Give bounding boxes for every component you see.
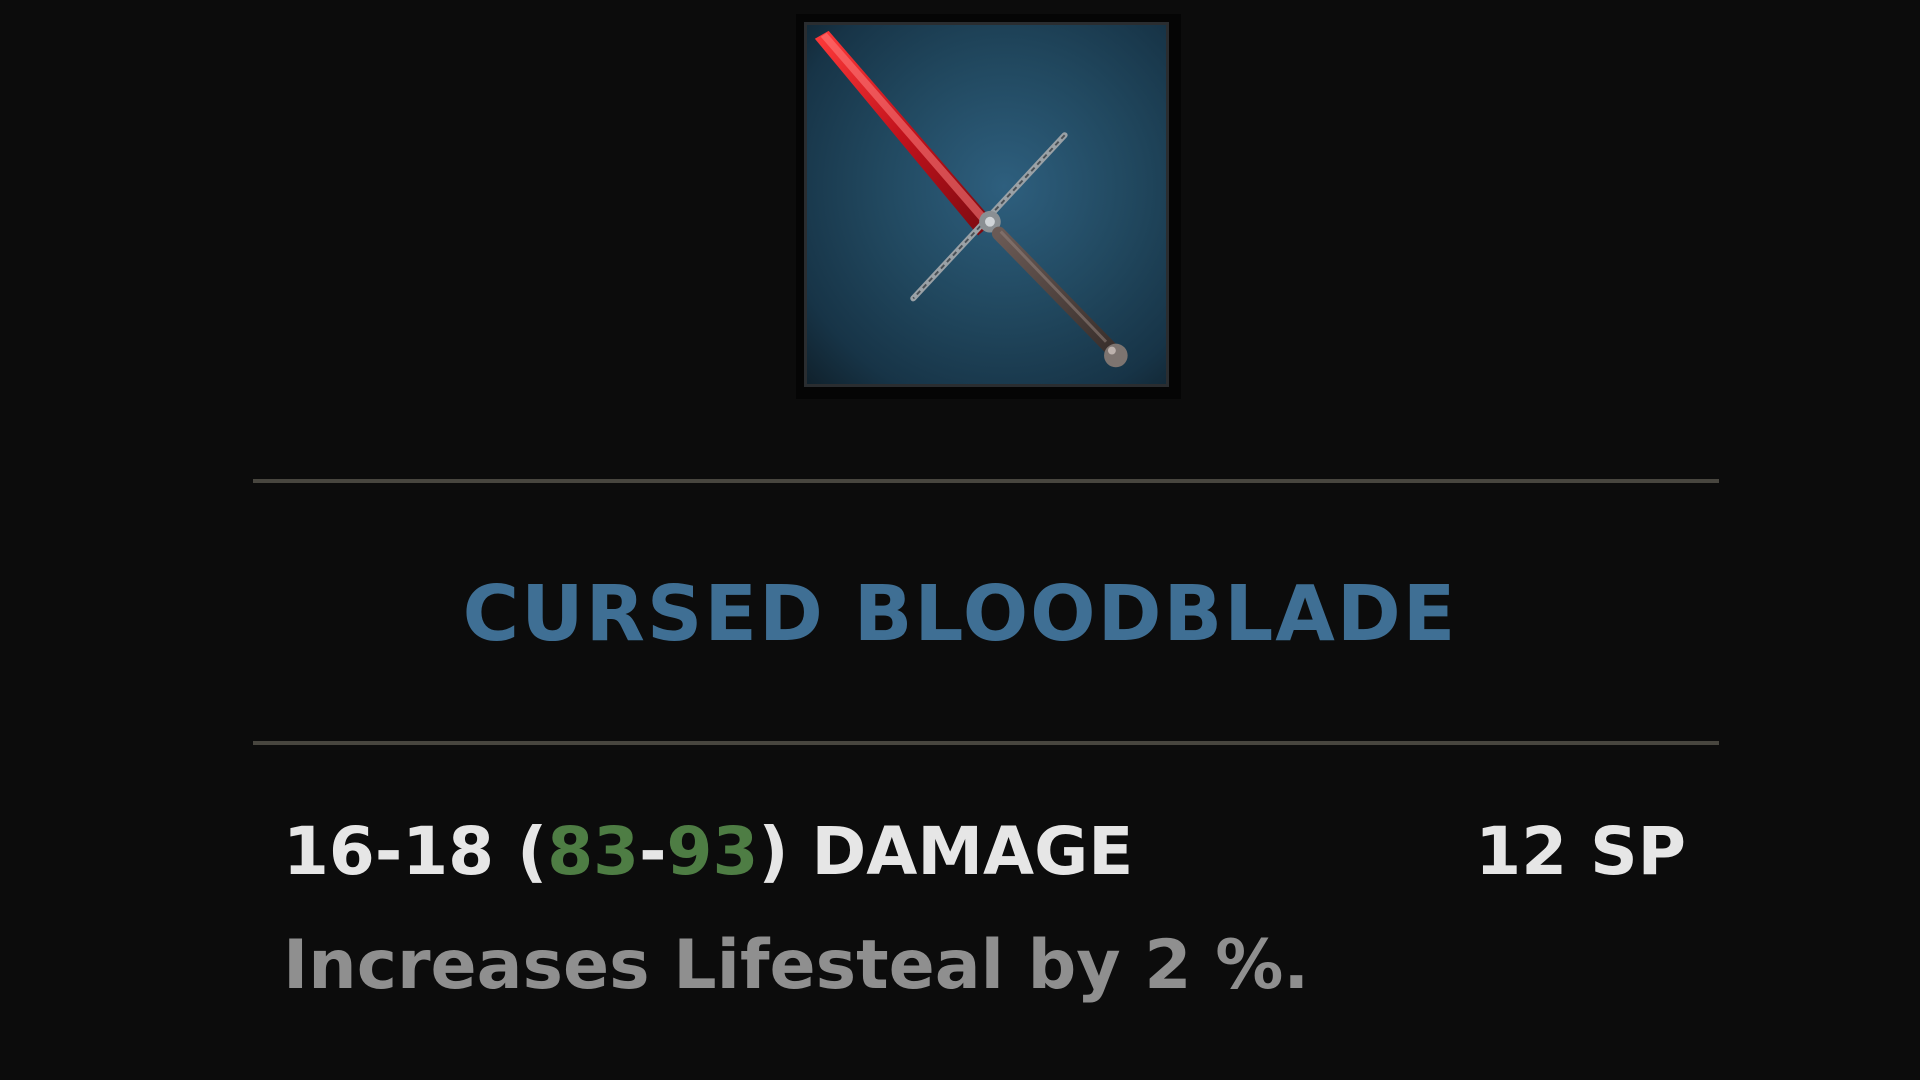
damage-bonus-dash: - <box>639 813 667 890</box>
damage-bonus-min: 83 <box>547 813 640 890</box>
damage-open-paren: ( <box>494 813 548 890</box>
damage-base: 16-18 <box>283 813 495 890</box>
damage-stat: 16-18 (83-93) DAMAGE <box>283 812 1133 892</box>
item-description: Increases Lifesteal by 2 %. <box>283 926 1310 1005</box>
sword-icon-graphic <box>814 30 1128 368</box>
item-icon-frame <box>796 14 1181 399</box>
divider-bottom <box>253 741 1719 745</box>
damage-bonus-max: 93 <box>666 813 759 890</box>
sword-icon <box>804 22 1169 387</box>
sp-cost: 12 SP <box>1475 813 1686 890</box>
damage-label: ) DAMAGE <box>758 813 1134 890</box>
divider-top <box>253 479 1719 483</box>
item-tooltip: CURSED BLOODBLADE 16-18 (83-93) DAMAGE 1… <box>0 0 1920 1080</box>
item-name: CURSED BLOODBLADE <box>462 570 1458 659</box>
